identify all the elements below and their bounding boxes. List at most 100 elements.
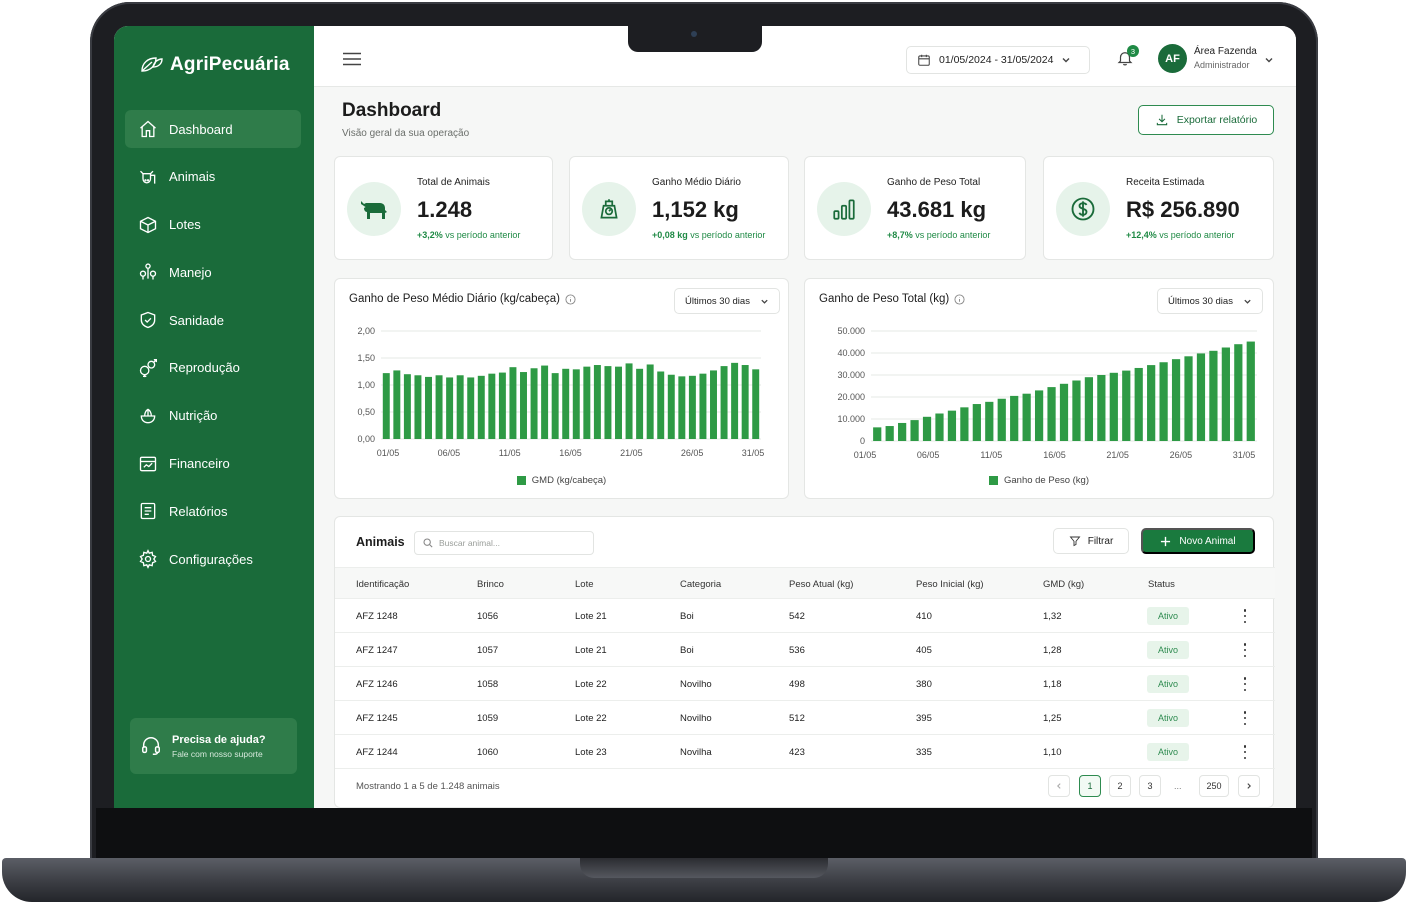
column-header[interactable]: Status	[1148, 579, 1175, 590]
search-input[interactable]	[439, 538, 589, 548]
chart-bar	[446, 377, 454, 439]
cell-id: AFZ 1246	[356, 679, 398, 690]
pagination-page-button[interactable]: 2	[1109, 775, 1131, 797]
export-report-button[interactable]: Exportar relatório	[1138, 105, 1274, 135]
date-range-picker[interactable]: 01/05/2024 - 31/05/2024	[906, 46, 1090, 74]
row-actions-icon[interactable]	[1241, 643, 1249, 657]
column-header[interactable]: Identificação	[356, 579, 409, 590]
row-actions-icon[interactable]	[1241, 745, 1249, 759]
x-tick-label: 06/05	[438, 448, 461, 458]
x-tick-label: 06/05	[917, 450, 940, 460]
chart-title-text: Ganho de Peso Médio Diário (kg/cabeça)	[349, 293, 560, 305]
column-header[interactable]: GMD (kg)	[1043, 579, 1084, 590]
row-actions-icon[interactable]	[1241, 711, 1249, 725]
chart-bar	[562, 368, 570, 439]
sidebar-item-label: Nutrição	[169, 408, 218, 424]
chart-bar	[382, 373, 390, 439]
cell-peso-inicial: 405	[916, 645, 932, 656]
column-header[interactable]: Categoria	[680, 579, 721, 590]
cell-peso-atual: 536	[789, 645, 805, 656]
notifications-button[interactable]: 3	[1116, 45, 1139, 72]
pagination-page-button[interactable]: 250	[1199, 775, 1229, 797]
sidebar-item-lotes[interactable]: Lotes	[125, 206, 301, 244]
chart-bar	[678, 376, 686, 439]
sidebar-item-financeiro[interactable]: Financeiro	[125, 445, 301, 483]
cell-brinco: 1057	[477, 645, 499, 656]
y-tick-label: 10.000	[837, 414, 865, 424]
chart-bar	[688, 375, 696, 439]
avatar[interactable]: AF	[1158, 44, 1187, 73]
chevron-down-icon[interactable]	[1264, 55, 1274, 65]
info-icon[interactable]	[565, 293, 576, 305]
sidebar-item-sanidade[interactable]: Sanidade	[125, 301, 301, 339]
chart-bar	[1184, 356, 1193, 441]
legend-label: Ganho de Peso (kg)	[1003, 475, 1090, 486]
table-row[interactable]: AFZ 1245 1059 Lote 22 Novilho 512 395 1,…	[335, 701, 1275, 735]
cell-gmd: 1,25	[1043, 713, 1062, 724]
help-support-card[interactable]: Precisa de ajuda? Fale com nosso suporte	[130, 718, 297, 774]
sidebar-item-label: Reprodução	[169, 360, 240, 376]
y-tick-label: 2,00	[357, 326, 375, 336]
column-header[interactable]: Peso Inicial (kg)	[916, 579, 984, 590]
gmd-bar-chart: 2,00 1,50 1,00 0,50 0,0001/05 06/05 11/05 16/05…	[357, 326, 764, 458]
menu-toggle-button[interactable]	[342, 52, 362, 71]
sidebar-item-animais[interactable]: Animais	[125, 158, 301, 196]
sidebar-item-dashboard[interactable]: Dashboard	[125, 110, 301, 148]
cell-id: AFZ 1248	[356, 611, 398, 622]
sidebar-item-manejo[interactable]: Manejo	[125, 253, 301, 291]
scale-icon	[600, 199, 618, 219]
chevron-down-icon	[1062, 58, 1070, 63]
search-box[interactable]	[414, 531, 594, 555]
pagination-next-button[interactable]	[1238, 775, 1260, 797]
chart-bar	[985, 401, 994, 441]
chart-bar	[583, 366, 591, 439]
help-text: Precisa de ajuda? Fale com nosso suporte	[172, 734, 266, 759]
new-animal-label: Novo Animal	[1179, 535, 1236, 547]
chart-title-text: Ganho de Peso Total (kg)	[819, 293, 950, 305]
table-row[interactable]: AFZ 1246 1058 Lote 22 Novilho 498 380 1,…	[335, 667, 1275, 701]
chart-period-select[interactable]: Últimos 30 dias	[1157, 288, 1263, 314]
kpi-icon-wrap	[582, 182, 636, 236]
page-subtitle: Visão geral da sua operação	[342, 128, 470, 139]
brand-logo[interactable]: AgriPecuária	[140, 54, 290, 76]
chart-bar	[947, 410, 957, 441]
chart-period-select[interactable]: Últimos 30 dias	[674, 288, 780, 314]
sidebar-item-configuracoes[interactable]: Configurações	[125, 540, 301, 578]
kpi-change: +12,4% vs período anterior	[1126, 230, 1234, 240]
notification-badge: 3	[1127, 45, 1139, 57]
column-header[interactable]: Peso Atual (kg)	[789, 579, 853, 590]
pagination-page-button[interactable]: 1	[1079, 775, 1101, 797]
pagination-page-button[interactable]: 3	[1139, 775, 1161, 797]
chart-bar	[1196, 353, 1206, 441]
pagination-prev-button[interactable]	[1048, 775, 1070, 797]
chart-bar	[885, 426, 894, 441]
chart-bar	[551, 373, 559, 439]
y-tick-label: 50.000	[837, 326, 865, 336]
table-row[interactable]: AFZ 1244 1060 Lote 23 Novilha 423 335 1,…	[335, 735, 1275, 769]
x-tick-label: 16/05	[559, 448, 582, 458]
y-tick-label: 20.000	[837, 392, 865, 402]
x-tick-label: 26/05	[1170, 450, 1193, 460]
export-report-label: Exportar relatório	[1176, 114, 1258, 126]
chart-bar	[1022, 393, 1031, 441]
column-header[interactable]: Brinco	[477, 579, 504, 590]
chart-bar	[731, 362, 739, 439]
new-animal-button[interactable]: Novo Animal	[1141, 528, 1255, 554]
kpi-icon-wrap	[347, 182, 401, 236]
chevron-left-icon	[1057, 783, 1061, 789]
filter-button[interactable]: Filtrar	[1053, 528, 1129, 554]
table-row[interactable]: AFZ 1247 1057 Lote 21 Boi 536 405 1,28 A…	[335, 633, 1275, 667]
chart-bar	[414, 375, 422, 439]
sidebar-item-relatorios[interactable]: Relatórios	[125, 492, 301, 530]
sidebar-item-nutricao[interactable]: Nutrição	[125, 397, 301, 435]
column-header[interactable]: Lote	[575, 579, 594, 590]
info-icon[interactable]	[954, 293, 965, 305]
status-badge: Ativo	[1147, 709, 1189, 727]
row-actions-icon[interactable]	[1241, 609, 1249, 623]
sidebar-item-reproducao[interactable]: Reprodução	[125, 349, 301, 387]
bar-chart-icon	[833, 199, 855, 220]
row-actions-icon[interactable]	[1241, 677, 1249, 691]
user-menu[interactable]: Área Fazenda Administrador	[1194, 46, 1257, 70]
table-row[interactable]: AFZ 1248 1056 Lote 21 Boi 542 410 1,32 A…	[335, 599, 1275, 633]
kpi-label: Total de Animais	[417, 177, 490, 188]
